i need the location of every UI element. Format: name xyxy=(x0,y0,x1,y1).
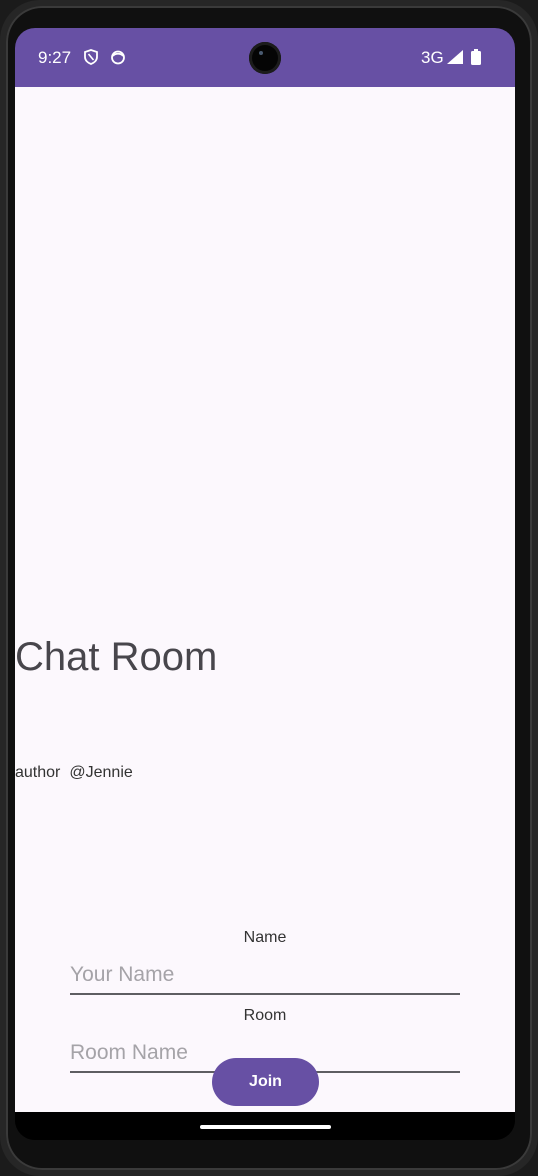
status-bar: 9:27 3G xyxy=(15,28,515,87)
name-label: Name xyxy=(243,929,287,946)
home-gesture-handle[interactable] xyxy=(200,1125,331,1129)
face-icon xyxy=(110,49,126,65)
room-label: Room xyxy=(243,1007,287,1024)
status-time: 9:27 xyxy=(38,48,72,67)
page-title: Chat Room xyxy=(15,635,218,679)
battery-icon xyxy=(471,49,481,70)
screen: 9:27 3G Chat Room author @Jennie Name Yo… xyxy=(15,28,515,1140)
name-input[interactable] xyxy=(70,957,460,995)
navigation-bar xyxy=(15,1112,515,1140)
signal-icon xyxy=(447,50,463,69)
author-line: author @Jennie xyxy=(15,764,142,782)
shield-icon xyxy=(83,49,99,65)
network-type: 3G xyxy=(421,48,444,67)
main-content: Chat Room author @Jennie Name Room Join xyxy=(15,87,515,1112)
author-label: author xyxy=(15,764,61,781)
front-camera xyxy=(249,42,281,74)
join-button[interactable]: Join xyxy=(212,1058,319,1106)
device-frame: 9:27 3G Chat Room author @Jennie Name Yo… xyxy=(0,0,538,1176)
author-handle: @Jennie xyxy=(69,764,133,781)
